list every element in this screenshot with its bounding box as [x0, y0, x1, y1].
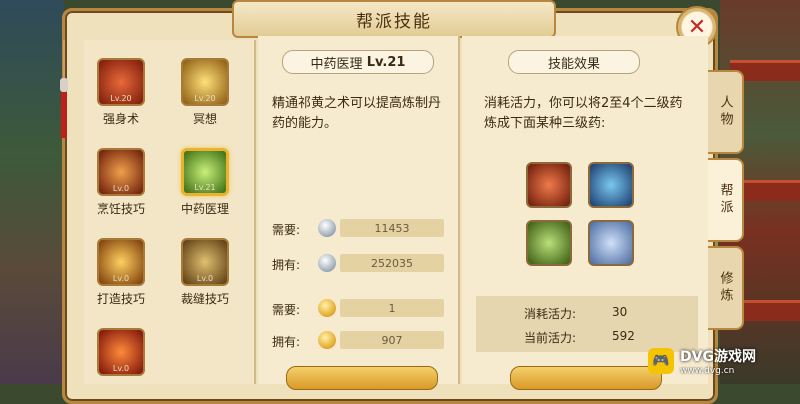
current-activity-label: 当前活力: — [524, 331, 577, 345]
have-label: 拥有: — [272, 258, 301, 272]
site-watermark: 🎮 DVG游戏网 www.dvg.cn — [648, 344, 798, 378]
effect-title-pill: 技能效果 — [508, 50, 640, 74]
watermark-brand: DVG游戏网 — [680, 349, 756, 365]
effect-title: 技能效果 — [547, 56, 600, 72]
gold-coin-icon — [318, 331, 336, 349]
need-label: 需要: — [272, 223, 301, 237]
skill-level: Lv.0 — [196, 274, 214, 283]
window-title-text: 帮派技能 — [356, 11, 432, 32]
learn-skill-button[interactable] — [286, 366, 438, 390]
flame-orb-icon: Lv.0 — [97, 328, 145, 376]
skill-level: Lv.20 — [110, 94, 132, 103]
skill-name: 强身术 — [102, 112, 139, 126]
silver-have-value: 252035 — [340, 254, 444, 272]
tassel-ornament — [60, 40, 68, 140]
window-title: 帮派技能 — [232, 0, 556, 38]
cost-value: 30 — [612, 305, 628, 319]
watermark-url: www.dvg.cn — [680, 366, 735, 376]
potion-bottle-icon[interactable] — [588, 220, 634, 266]
herb-beads-icon[interactable] — [526, 220, 572, 266]
skill-item[interactable]: Lv.20 冥想 — [170, 58, 240, 127]
blue-bowl-icon[interactable] — [588, 162, 634, 208]
need-label: 需要: — [272, 303, 301, 317]
sewing-icon: Lv.0 — [181, 238, 229, 286]
skill-name: 中药医理 — [180, 202, 229, 216]
cost-label: 消耗活力: — [524, 307, 577, 321]
skill-level: Lv.0 — [112, 274, 130, 283]
skill-item-selected[interactable]: Lv.21 中药医理 — [170, 148, 240, 217]
tab-cultivation[interactable]: 修炼 — [708, 246, 744, 330]
skill-item[interactable]: Lv.0 裁缝技巧 — [170, 238, 240, 307]
skill-item[interactable]: Lv.0 烹饪技巧 — [86, 148, 156, 217]
skill-item[interactable]: Lv.0 打造技巧 — [86, 238, 156, 307]
gold-coin-icon — [318, 299, 336, 317]
silver-coin-icon — [318, 254, 336, 272]
fire-beast-icon: Lv.20 — [97, 58, 145, 106]
skill-item[interactable]: Lv.0 — [86, 328, 156, 376]
silver-coin-icon — [318, 219, 336, 237]
skill-name: 烹饪技巧 — [96, 202, 145, 216]
gold-need-value: 1 — [340, 299, 444, 317]
game-world-left — [0, 0, 64, 384]
golden-aura-icon: Lv.20 — [181, 58, 229, 106]
forge-hammer-icon: Lv.0 — [97, 238, 145, 286]
dvg-logo-icon: 🎮 — [648, 348, 674, 374]
skill-name: 冥想 — [192, 112, 217, 126]
effect-description: 消耗活力，你可以将2至4个二级药炼成下面某种三级药: — [484, 96, 683, 131]
tab-character[interactable]: 人物 — [708, 70, 744, 154]
skill-title-level: Lv.21 — [366, 54, 406, 70]
refine-button[interactable] — [510, 366, 662, 390]
skill-name: 裁缝技巧 — [180, 292, 229, 306]
cooking-pot-icon: Lv.0 — [97, 148, 145, 196]
skill-level: Lv.20 — [194, 94, 216, 103]
skill-level: Lv.21 — [194, 183, 216, 192]
skill-description: 精通祁黄之术可以提高炼制丹药的能力。 — [272, 96, 442, 131]
skill-level: Lv.0 — [112, 184, 130, 193]
tab-guild[interactable]: 帮派 — [708, 158, 744, 242]
gold-have-value: 907 — [340, 331, 444, 349]
red-pouch-icon[interactable] — [526, 162, 572, 208]
skill-list: Lv.20 强身术 Lv.20 冥想 Lv.0 烹饪技巧 Lv.21 中药医理 … — [84, 40, 256, 384]
skill-item[interactable]: Lv.20 强身术 — [86, 58, 156, 127]
have-label: 拥有: — [272, 335, 301, 349]
skill-name: 打造技巧 — [96, 292, 145, 306]
green-herb-icon: Lv.21 — [181, 148, 229, 196]
skill-title-pill: 中药医理 Lv.21 — [282, 50, 434, 74]
skill-level: Lv.0 — [112, 364, 130, 373]
silver-need-value: 11453 — [340, 219, 444, 237]
skill-title: 中药医理 — [310, 56, 363, 72]
current-activity-value: 592 — [612, 329, 635, 343]
